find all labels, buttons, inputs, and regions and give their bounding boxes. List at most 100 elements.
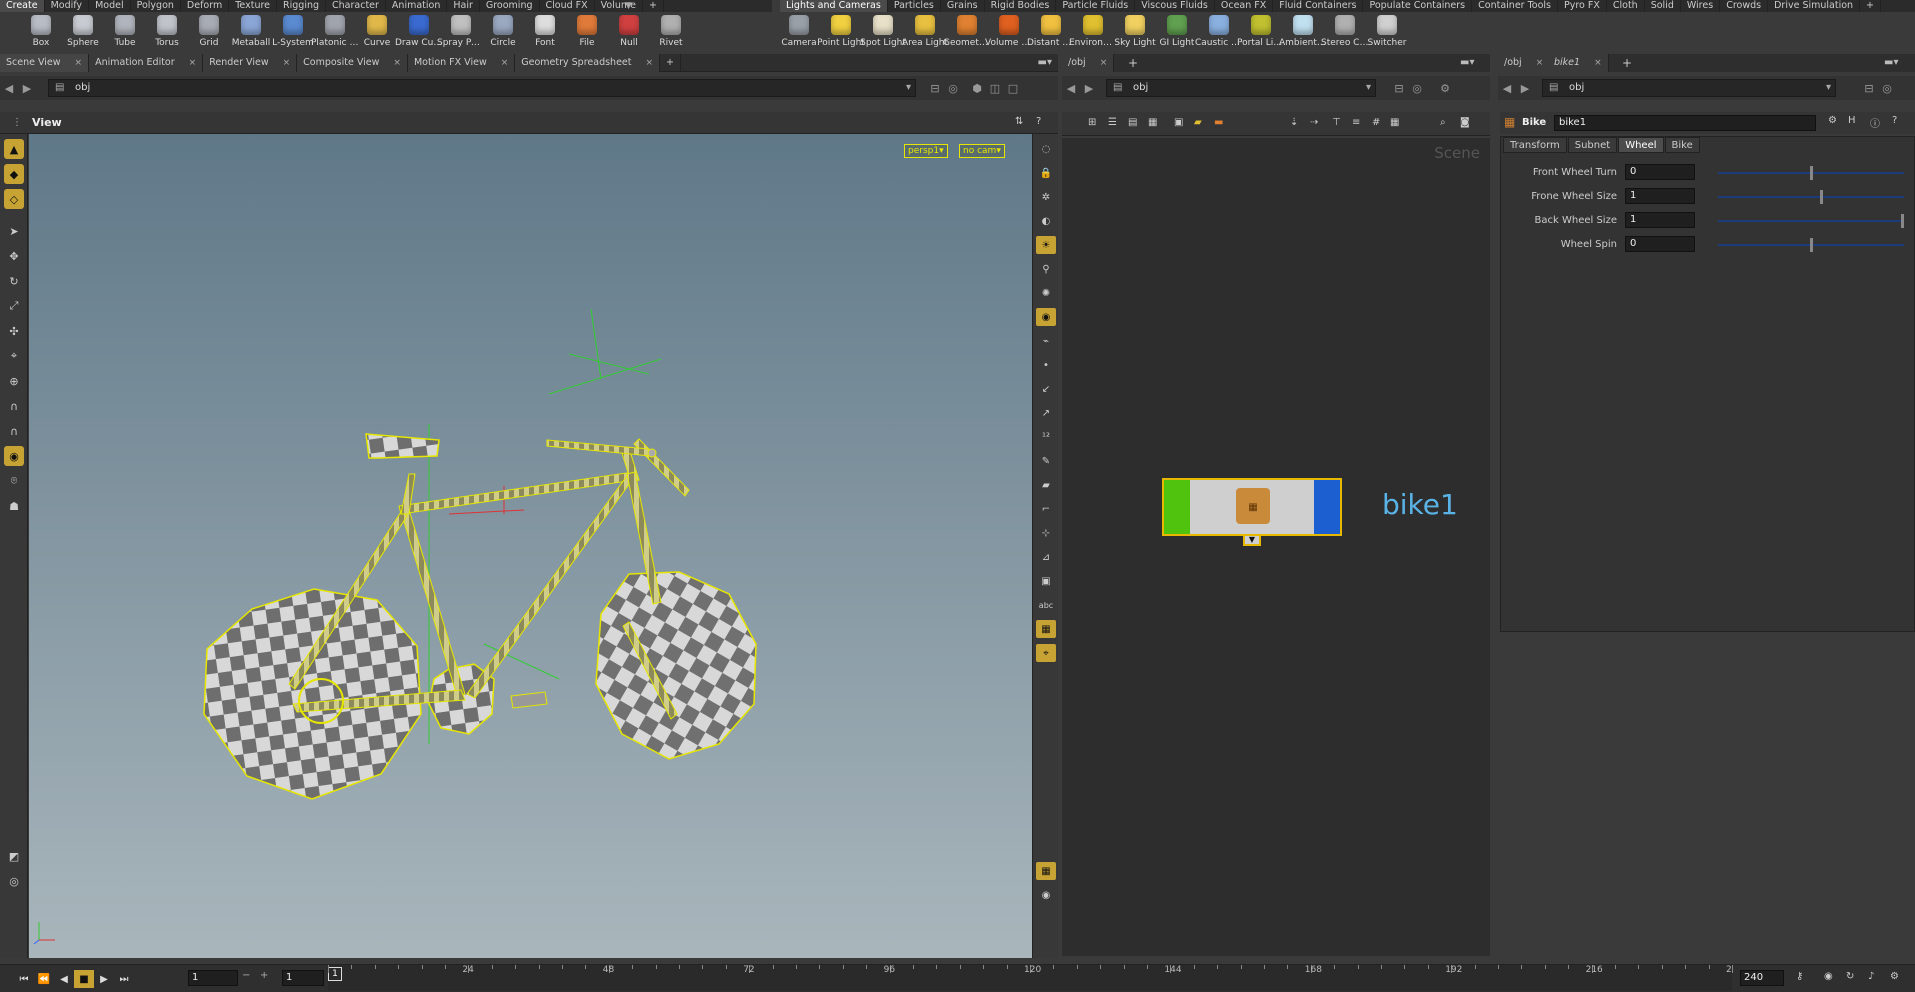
shelf-tab-right-lights-and-cameras[interactable]: Lights and Cameras — [780, 0, 888, 12]
path-dropdown-icon[interactable]: ▾ — [1366, 80, 1371, 96]
view-tool-icon[interactable]: ◉ — [4, 446, 24, 466]
shelf-tab-right-drive-simulation[interactable]: Drive Simulation — [1768, 0, 1861, 12]
shelf-tab-left-model[interactable]: Model — [89, 0, 131, 12]
shelf-tab-left-grooming[interactable]: Grooming — [480, 0, 540, 12]
tool-tube[interactable]: Tube — [104, 12, 146, 52]
maximize-icon[interactable]: □ — [1004, 82, 1022, 95]
folder-tab-bike[interactable]: Bike — [1664, 137, 1700, 153]
select-edges-icon[interactable]: ◇ — [4, 189, 24, 209]
parm-value-field[interactable]: 0 — [1625, 164, 1695, 180]
close-icon[interactable]: × — [1536, 54, 1544, 72]
display-options-icon[interactable]: ⇅ — [1015, 116, 1023, 127]
shelf-tab-right-wires[interactable]: Wires — [1681, 0, 1721, 12]
vectors-icon[interactable]: ↗ — [1036, 404, 1056, 422]
shelf-tab-left-polygon[interactable]: Polygon — [131, 0, 181, 12]
folder-tab-wheel[interactable]: Wheel — [1618, 137, 1664, 153]
node-name-label[interactable]: bike1 — [1382, 488, 1458, 521]
eye-icon[interactable]: ◉ — [1036, 886, 1056, 904]
numbers-icon[interactable]: ¹² — [1036, 428, 1056, 446]
snap-tool-icon[interactable]: ⊕ — [4, 371, 24, 391]
paint-icon[interactable]: ▰ — [1036, 476, 1056, 494]
stop-icon[interactable]: ■ — [74, 970, 94, 988]
parm-slider[interactable] — [1718, 214, 1904, 228]
back-arrow-icon[interactable]: ◀ — [1498, 82, 1516, 95]
parm-slider[interactable] — [1718, 238, 1904, 252]
shelf-tab-right-fluid-containers[interactable]: Fluid Containers — [1273, 0, 1364, 12]
network-path-field[interactable]: ▤ obj ▾ — [1106, 79, 1376, 97]
close-icon[interactable]: × — [1100, 54, 1108, 72]
parm-slider[interactable] — [1718, 166, 1904, 180]
geometry-icon[interactable]: ⬢ — [968, 82, 986, 95]
tool-area-light[interactable]: Area Light — [902, 12, 948, 52]
magnet-icon[interactable]: ∩ — [4, 396, 24, 416]
shelf-tab-left-deform[interactable]: Deform — [181, 0, 230, 12]
tool-portal-light[interactable]: Portal Light — [1237, 12, 1285, 52]
shelf-menu-arrow-icon[interactable]: ▼ — [625, 0, 637, 12]
slider-handle[interactable] — [1809, 238, 1813, 252]
link-icon[interactable]: ◎ — [1878, 82, 1896, 95]
tool-box[interactable]: Box — [20, 12, 62, 52]
pose-tool-icon[interactable]: ⌖ — [4, 346, 24, 366]
pane-menu-icon[interactable]: ▬▾ — [1884, 57, 1898, 68]
grid-view-icon[interactable]: ▦ — [1148, 117, 1157, 128]
help-icon[interactable]: ? — [1892, 115, 1897, 126]
info-icon[interactable]: ⓘ — [1870, 115, 1880, 130]
tool-curve[interactable]: Curve — [356, 12, 398, 52]
keys-icon[interactable]: ⚷ — [1796, 971, 1803, 982]
hscript-icon[interactable]: H — [1848, 115, 1856, 126]
pin-light-icon[interactable]: ⚲ — [1036, 260, 1056, 278]
tool-camera[interactable]: Camera — [778, 12, 820, 52]
realtime-icon[interactable]: ◉ — [1824, 971, 1833, 982]
network-box-icon[interactable]: ▬ — [1214, 117, 1223, 128]
shelf-tab-left-character[interactable]: Character — [326, 0, 386, 12]
shelf-tab-left-texture[interactable]: Texture — [229, 0, 278, 12]
arrow-tool-icon[interactable]: ➤ — [4, 221, 24, 241]
tab-bike1-parm[interactable]: bike1 × — [1548, 54, 1609, 72]
tools-icon[interactable]: ✲ — [1036, 188, 1056, 206]
slider-handle[interactable] — [1809, 166, 1813, 180]
tool-geometry-l[interactable]: Geometry L... — [943, 12, 991, 52]
tool-distant-light[interactable]: Distant Light — [1027, 12, 1075, 52]
tab-motion-fx-view[interactable]: Motion FX View × — [407, 54, 516, 72]
display-icon[interactable]: ◫ — [986, 82, 1004, 95]
guide-icon[interactable]: ⌐ — [1036, 500, 1056, 518]
magnet2-icon[interactable]: ∩ — [4, 421, 24, 441]
step-back-icon[interactable]: ⏪ — [34, 970, 54, 988]
sticky-note-icon[interactable]: ▰ — [1194, 117, 1202, 128]
tool-grid[interactable]: Grid — [188, 12, 230, 52]
audio-icon[interactable]: ♪ — [1868, 971, 1874, 982]
current-frame-field[interactable]: 1 — [188, 970, 238, 986]
node-bike1[interactable]: ▦ — [1162, 478, 1342, 536]
close-icon[interactable]: × — [646, 54, 654, 72]
tool-circle[interactable]: Circle — [482, 12, 524, 52]
image-icon[interactable]: ▣ — [1174, 117, 1183, 128]
frame-ruler[interactable]: 1 24 48 72 96 120 144 168 192 216 2 — [328, 965, 1733, 991]
path-field[interactable]: ▤ obj ▾ — [48, 79, 916, 97]
tool-sky-light[interactable]: Sky Light — [1114, 12, 1156, 52]
tool-stereo-cam[interactable]: Stereo Cam... — [1321, 12, 1369, 52]
layout-icon[interactable]: ⇣ — [1290, 117, 1298, 128]
close-icon[interactable]: × — [393, 54, 401, 72]
help-icon[interactable]: ? — [1036, 116, 1041, 127]
shelf-tab-left-rigging[interactable]: Rigging — [277, 0, 327, 12]
loop-icon[interactable]: ↻ — [1846, 971, 1854, 982]
move-tool-icon[interactable]: ✥ — [4, 246, 24, 266]
gear-icon[interactable]: ⚙ — [1436, 82, 1454, 95]
shelf-tab-right-pyro-fx[interactable]: Pyro FX — [1558, 0, 1607, 12]
pin-icon[interactable]: ⊟ — [1860, 82, 1878, 95]
close-icon[interactable]: × — [75, 54, 83, 72]
shelf-tab-right-viscous-fluids[interactable]: Viscous Fluids — [1135, 0, 1215, 12]
tool-sphere[interactable]: Sphere — [62, 12, 104, 52]
tool-point-light[interactable]: Point Light — [817, 12, 865, 52]
tool-file[interactable]: File — [566, 12, 608, 52]
viewer-menu-icon[interactable]: ⋮ — [12, 117, 22, 128]
parm-value-field[interactable]: 1 — [1625, 188, 1695, 204]
tool-null[interactable]: Null — [608, 12, 650, 52]
tab-obj-network[interactable]: /obj × — [1062, 54, 1115, 72]
end-frame-field[interactable]: 240 — [1740, 970, 1784, 986]
shelf-tab-right-populate-containers[interactable]: Populate Containers — [1363, 0, 1473, 12]
tool-spray-paint[interactable]: Spray Paint — [437, 12, 485, 52]
link-icon[interactable]: ◎ — [1408, 82, 1426, 95]
tool-font[interactable]: Font — [524, 12, 566, 52]
gear-icon[interactable]: ⚙ — [1828, 115, 1837, 126]
